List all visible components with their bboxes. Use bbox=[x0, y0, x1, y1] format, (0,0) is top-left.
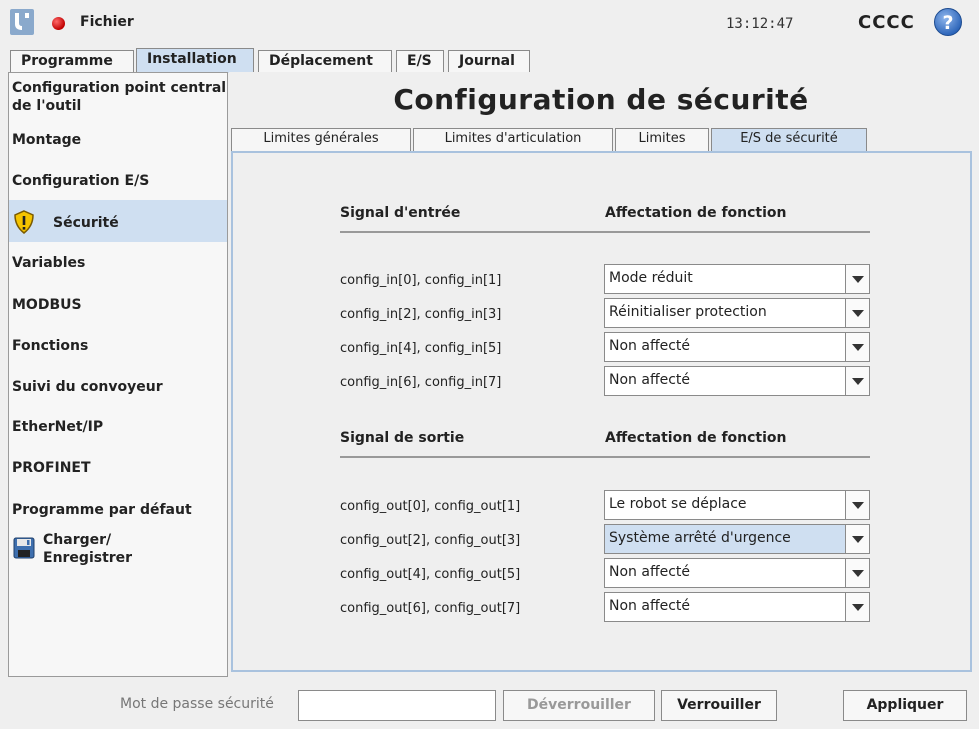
sidebar-item-label: Sécurité bbox=[53, 215, 119, 231]
record-indicator-icon bbox=[52, 17, 65, 30]
subtab-joint-limits[interactable]: Limites d'articulation bbox=[413, 128, 613, 151]
safety-password-label: Mot de passe sécurité bbox=[120, 696, 274, 712]
dropdown-value: Système arrêté d'urgence bbox=[609, 530, 791, 546]
subtab-safety-io[interactable]: E/S de sécurité bbox=[711, 128, 867, 151]
dropdown-value: Non affecté bbox=[609, 338, 690, 354]
sidebar-item-securite[interactable]: Sécurité bbox=[9, 200, 227, 242]
output-signal-label: config_out[4], config_out[5] bbox=[340, 567, 521, 582]
help-icon[interactable]: ? bbox=[934, 8, 962, 36]
sidebar-item-io-config[interactable]: Configuration E/S bbox=[9, 172, 227, 190]
input-function-dropdown[interactable]: Non affecté bbox=[604, 332, 870, 362]
dropdown-value: Non affecté bbox=[609, 598, 690, 614]
chevron-down-icon[interactable] bbox=[845, 525, 869, 553]
tab-deplacement[interactable]: Déplacement bbox=[258, 50, 392, 73]
tab-es[interactable]: E/S bbox=[396, 50, 444, 73]
chevron-down-icon[interactable] bbox=[845, 559, 869, 587]
sidebar-item-conveyor[interactable]: Suivi du convoyeur bbox=[9, 378, 227, 396]
chevron-down-icon[interactable] bbox=[845, 593, 869, 621]
input-signal-label: config_in[0], config_in[1] bbox=[340, 273, 502, 288]
subtab-general-limits[interactable]: Limites générales bbox=[231, 128, 411, 151]
dropdown-value: Le robot se déplace bbox=[609, 496, 747, 512]
output-function-header: Affectation de fonction bbox=[605, 430, 787, 446]
output-signal-label: config_out[6], config_out[7] bbox=[340, 601, 521, 616]
sidebar-item-tcp-config[interactable]: Configuration point central de l'outil bbox=[9, 79, 227, 115]
tab-installation[interactable]: Installation bbox=[136, 48, 254, 73]
top-bar: Fichier 13:12:47 CCCC ? bbox=[0, 0, 979, 46]
input-function-header: Affectation de fonction bbox=[605, 205, 787, 221]
output-function-dropdown[interactable]: Non affecté bbox=[604, 592, 870, 622]
robot-name: CCCC bbox=[858, 12, 915, 33]
lock-button[interactable]: Verrouiller bbox=[661, 690, 777, 721]
chevron-down-icon[interactable] bbox=[845, 299, 869, 327]
safety-io-panel: Signal d'entrée Affectation de fonction … bbox=[231, 151, 972, 672]
sidebar-item-default-program[interactable]: Programme par défaut bbox=[9, 501, 227, 519]
dropdown-value: Non affecté bbox=[609, 564, 690, 580]
unlock-button[interactable]: Déverrouiller bbox=[503, 690, 655, 721]
warning-shield-icon bbox=[13, 210, 35, 239]
safety-password-input[interactable] bbox=[298, 690, 496, 721]
output-signal-label: config_out[0], config_out[1] bbox=[340, 499, 521, 514]
output-function-dropdown[interactable]: Non affecté bbox=[604, 558, 870, 588]
file-menu[interactable]: Fichier bbox=[80, 14, 134, 30]
sidebar-item-load-save[interactable]: Charger/ Enregistrer bbox=[9, 529, 227, 573]
chevron-down-icon[interactable] bbox=[845, 491, 869, 519]
input-signal-label: config_in[2], config_in[3] bbox=[340, 307, 502, 322]
dropdown-value: Non affecté bbox=[609, 372, 690, 388]
dropdown-value: Réinitialiser protection bbox=[609, 304, 767, 320]
main-tabs: Programme Installation Déplacement E/S J… bbox=[0, 47, 979, 73]
page-title: Configuration de sécurité bbox=[393, 83, 809, 116]
input-function-dropdown[interactable]: Réinitialiser protection bbox=[604, 298, 870, 328]
output-signal-label: config_out[2], config_out[3] bbox=[340, 533, 521, 548]
output-function-dropdown[interactable]: Le robot se déplace bbox=[604, 490, 870, 520]
output-signal-header: Signal de sortie bbox=[340, 430, 465, 446]
output-function-dropdown[interactable]: Système arrêté d'urgence bbox=[604, 524, 870, 554]
sidebar-item-modbus[interactable]: MODBUS bbox=[9, 296, 227, 314]
chevron-down-icon[interactable] bbox=[845, 367, 869, 395]
input-function-dropdown[interactable]: Non affecté bbox=[604, 366, 870, 396]
sidebar-item-montage[interactable]: Montage bbox=[9, 131, 227, 149]
installation-sidebar: Configuration point central de l'outil M… bbox=[8, 72, 228, 677]
apply-button[interactable]: Appliquer bbox=[843, 690, 967, 721]
output-header-separator bbox=[340, 456, 870, 458]
tab-journal[interactable]: Journal bbox=[448, 50, 530, 73]
chevron-down-icon[interactable] bbox=[845, 265, 869, 293]
tab-programme[interactable]: Programme bbox=[10, 50, 134, 73]
input-signal-label: config_in[6], config_in[7] bbox=[340, 375, 502, 390]
input-signal-label: config_in[4], config_in[5] bbox=[340, 341, 502, 356]
dropdown-value: Mode réduit bbox=[609, 270, 693, 286]
chevron-down-icon[interactable] bbox=[845, 333, 869, 361]
input-signal-header: Signal d'entrée bbox=[340, 205, 461, 221]
clock: 13:12:47 bbox=[726, 16, 794, 32]
subtab-limits[interactable]: Limites bbox=[615, 128, 709, 151]
sidebar-item-profinet[interactable]: PROFINET bbox=[9, 459, 227, 477]
sidebar-item-variables[interactable]: Variables bbox=[9, 254, 227, 272]
sidebar-item-label: Charger/ Enregistrer bbox=[43, 532, 133, 566]
input-header-separator bbox=[340, 231, 870, 233]
sidebar-item-fonctions[interactable]: Fonctions bbox=[9, 337, 227, 355]
sidebar-item-ethernet-ip[interactable]: EtherNet/IP bbox=[9, 418, 227, 436]
main-content: Configuration de sécurité Limites généra… bbox=[229, 72, 973, 677]
floppy-disk-icon bbox=[13, 537, 35, 564]
ur-logo-icon bbox=[10, 9, 34, 35]
input-function-dropdown[interactable]: Mode réduit bbox=[604, 264, 870, 294]
